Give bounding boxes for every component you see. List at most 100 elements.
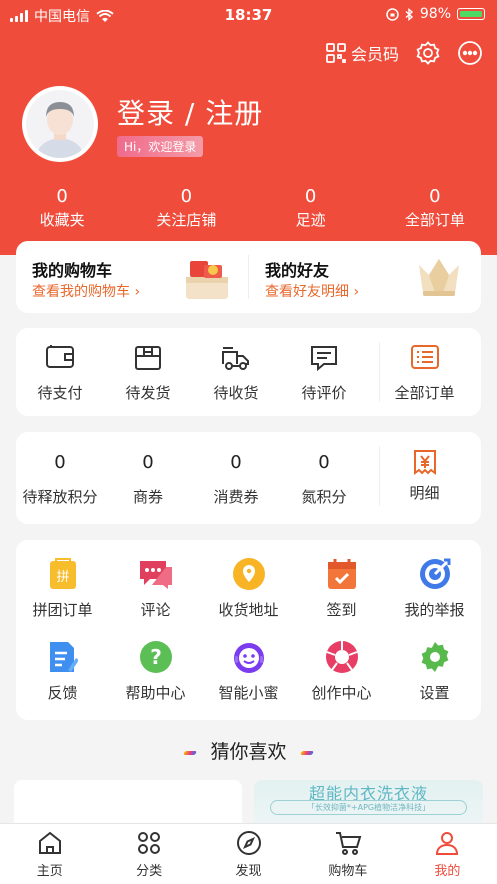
lock-rotation-icon — [386, 7, 399, 21]
order-all[interactable]: 全部订单 — [368, 328, 481, 416]
smile-bot-icon — [233, 643, 264, 673]
stat-all-orders[interactable]: 0 全部订单 — [373, 186, 497, 230]
svg-text:拼: 拼 — [56, 570, 69, 585]
points-card: 0 待释放积分 0 商券 0 消费券 0 氮积分 明细 — [16, 432, 481, 524]
decor-dash — [183, 750, 198, 755]
tool-help-center[interactable]: ? 帮助中心 — [109, 640, 202, 703]
tool-smart-assistant[interactable]: 智能小蜜 — [202, 640, 295, 703]
tools-card: 拼 拼团订单 评论 收货地址 签到 我的举报 反馈 ? 帮助中心 智能小蜜 创作… — [16, 540, 481, 720]
order-pending-payment[interactable]: 待支付 — [16, 328, 104, 416]
box-icon — [135, 346, 161, 370]
cart-link[interactable]: 查看我的购物车 › — [32, 281, 140, 301]
bottom-tab-bar: 主页 分类 发现 购物车 我的 — [0, 823, 497, 884]
tool-group-orders[interactable]: 拼 拼团订单 — [16, 557, 109, 620]
tool-label: 创作中心 — [311, 684, 372, 702]
stat-number: 0 — [429, 186, 441, 207]
tab-label: 发现 — [235, 864, 262, 879]
target-icon — [419, 558, 450, 589]
tab-category[interactable]: 分类 — [99, 824, 198, 884]
tool-label: 我的举报 — [404, 601, 465, 619]
member-code-label: 会员码 — [350, 45, 399, 64]
chat-icon — [139, 561, 172, 589]
tool-creation-center[interactable]: 创作中心 — [295, 640, 388, 703]
points-nitrogen[interactable]: 0 氮积分 — [280, 432, 368, 524]
svg-text:?: ? — [150, 645, 162, 669]
stat-label: 足迹 — [295, 211, 326, 229]
qr-code-icon — [326, 43, 346, 63]
battery-icon — [457, 8, 485, 20]
orders-card: 待支付 待发货 待收货 待评价 全部订单 — [16, 328, 481, 416]
tool-label: 签到 — [326, 601, 357, 619]
category-icon — [138, 832, 161, 854]
points-merchant-coupon[interactable]: 0 商券 — [104, 432, 192, 524]
calendar-check-icon — [327, 559, 356, 589]
tab-home[interactable]: 主页 — [0, 824, 99, 884]
user-icon — [436, 832, 459, 855]
login-register-link[interactable]: 登录 / 注册 — [117, 92, 263, 132]
crown-icon — [419, 259, 459, 296]
tool-address[interactable]: 收货地址 — [202, 557, 295, 620]
location-icon — [232, 558, 265, 590]
tab-cart[interactable]: 购物车 — [298, 824, 397, 884]
my-friends-entry[interactable]: 我的好友 查看好友明细 › — [249, 241, 481, 313]
tool-label: 收货地址 — [218, 601, 279, 619]
points-label: 消费券 — [213, 488, 259, 506]
gift-box-icon — [186, 261, 228, 299]
gear-icon — [421, 642, 448, 672]
decor-dash — [299, 750, 314, 755]
home-icon — [38, 831, 61, 854]
status-bar: 中国电信 18:37 98% — [0, 4, 497, 25]
tool-feedback[interactable]: 反馈 — [16, 640, 109, 703]
order-label: 待评价 — [301, 384, 347, 402]
order-pending-review[interactable]: 待评价 — [280, 328, 368, 416]
comment-icon — [311, 346, 337, 372]
stat-label: 收藏夹 — [39, 211, 85, 229]
cart-friends-card: 我的购物车 查看我的购物车 › 我的好友 查看好友明细 › — [16, 241, 481, 313]
bluetooth-icon — [405, 7, 413, 21]
points-consumer-coupon[interactable]: 0 消费券 — [192, 432, 280, 524]
wallet-icon — [46, 345, 74, 368]
message-more-icon[interactable] — [457, 40, 483, 66]
points-pending-release[interactable]: 0 待释放积分 — [16, 432, 104, 524]
group-order-icon: 拼 — [49, 558, 76, 589]
stat-followed-shops[interactable]: 0 关注店铺 — [124, 186, 248, 230]
divider — [379, 446, 380, 506]
tool-label: 设置 — [419, 684, 450, 702]
friends-link[interactable]: 查看好友明细 › — [265, 281, 359, 301]
stat-footprint[interactable]: 0 足迹 — [249, 186, 373, 230]
tool-label: 帮助中心 — [125, 684, 186, 702]
aperture-icon — [325, 641, 358, 673]
stat-number: 0 — [56, 186, 68, 207]
tab-mine[interactable]: 我的 — [398, 824, 497, 884]
member-code-button[interactable]: 会员码 — [325, 41, 399, 65]
order-label: 全部订单 — [394, 384, 455, 402]
compass-icon — [236, 831, 261, 855]
points-number: 0 — [318, 452, 330, 473]
order-pending-receipt[interactable]: 待收货 — [192, 328, 280, 416]
tool-check-in[interactable]: 签到 — [295, 557, 388, 620]
settings-gear-icon[interactable] — [415, 40, 441, 66]
guess-you-like-heading: 猜你喜欢 — [0, 737, 497, 764]
order-label: 待收货 — [213, 384, 259, 402]
tool-comments[interactable]: 评论 — [109, 557, 202, 620]
points-label: 氮积分 — [301, 488, 347, 506]
product-banner-subtitle: 「长效抑菌*+APG植物洁净科技」 — [270, 800, 467, 815]
avatar[interactable] — [22, 86, 98, 162]
tab-discover[interactable]: 发现 — [199, 824, 298, 884]
tool-my-reports[interactable]: 我的举报 — [388, 557, 481, 620]
tool-label: 拼团订单 — [32, 601, 93, 619]
feedback-icon — [49, 642, 78, 672]
friends-title: 我的好友 — [265, 261, 330, 280]
order-list-icon — [410, 345, 439, 369]
order-pending-shipment[interactable]: 待发货 — [104, 328, 192, 416]
points-detail[interactable]: 明细 — [368, 432, 481, 524]
yen-detail-icon — [413, 450, 436, 475]
my-cart-entry[interactable]: 我的购物车 查看我的购物车 › — [16, 241, 248, 313]
tab-label: 我的 — [434, 864, 461, 879]
tool-settings[interactable]: 设置 — [388, 640, 481, 703]
stat-favorites[interactable]: 0 收藏夹 — [0, 186, 124, 230]
points-label: 待释放积分 — [22, 488, 98, 506]
stat-label: 关注店铺 — [156, 211, 217, 229]
tab-label: 主页 — [36, 864, 63, 879]
battery-percent: 98% — [419, 6, 451, 22]
